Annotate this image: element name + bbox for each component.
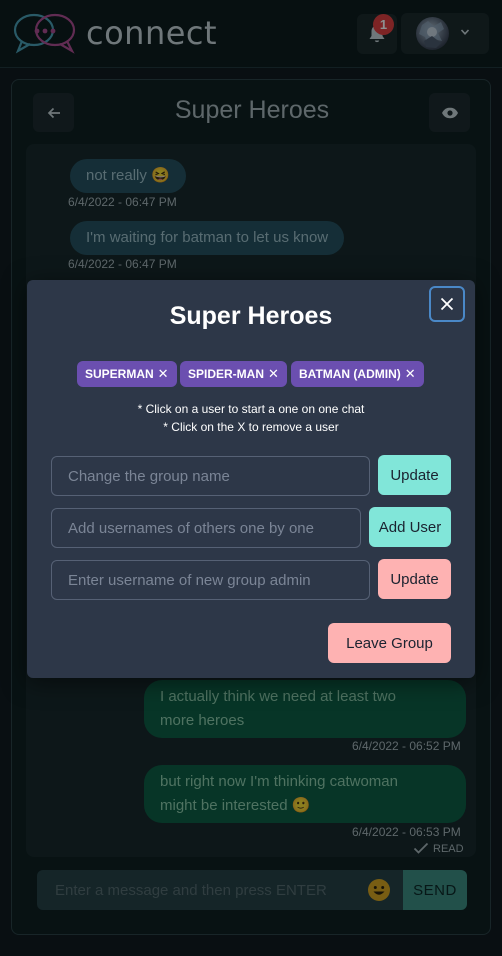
new-admin-input[interactable]: [51, 560, 370, 600]
group-settings-modal: Super Heroes SUPERMAN ✕ SPIDER-MAN ✕ BAT…: [27, 280, 475, 678]
remove-member-icon[interactable]: ✕: [158, 366, 169, 382]
add-user-button[interactable]: Add User: [369, 507, 451, 547]
remove-member-icon[interactable]: ✕: [268, 366, 279, 382]
member-chip-spider-man[interactable]: SPIDER-MAN ✕: [180, 361, 287, 387]
update-group-name-button[interactable]: Update: [378, 455, 451, 495]
add-user-input[interactable]: [51, 508, 361, 548]
member-name: SPIDER-MAN: [188, 367, 265, 381]
remove-member-icon[interactable]: ✕: [405, 366, 416, 382]
member-name: SUPERMAN: [85, 367, 154, 381]
member-chip-superman[interactable]: SUPERMAN ✕: [77, 361, 177, 387]
group-name-input[interactable]: [51, 456, 370, 496]
member-chip-batman[interactable]: BATMAN (ADMIN) ✕: [291, 361, 424, 387]
modal-close-button[interactable]: [429, 286, 465, 322]
modal-title: Super Heroes: [169, 302, 333, 330]
hint-text: * Click on the X to remove a user: [163, 420, 339, 434]
update-admin-button[interactable]: Update: [378, 559, 451, 599]
hint-text: * Click on a user to start a one on one …: [137, 402, 365, 416]
close-icon: [440, 297, 454, 311]
member-name: BATMAN (ADMIN): [299, 367, 401, 381]
leave-group-button[interactable]: Leave Group: [328, 623, 451, 663]
